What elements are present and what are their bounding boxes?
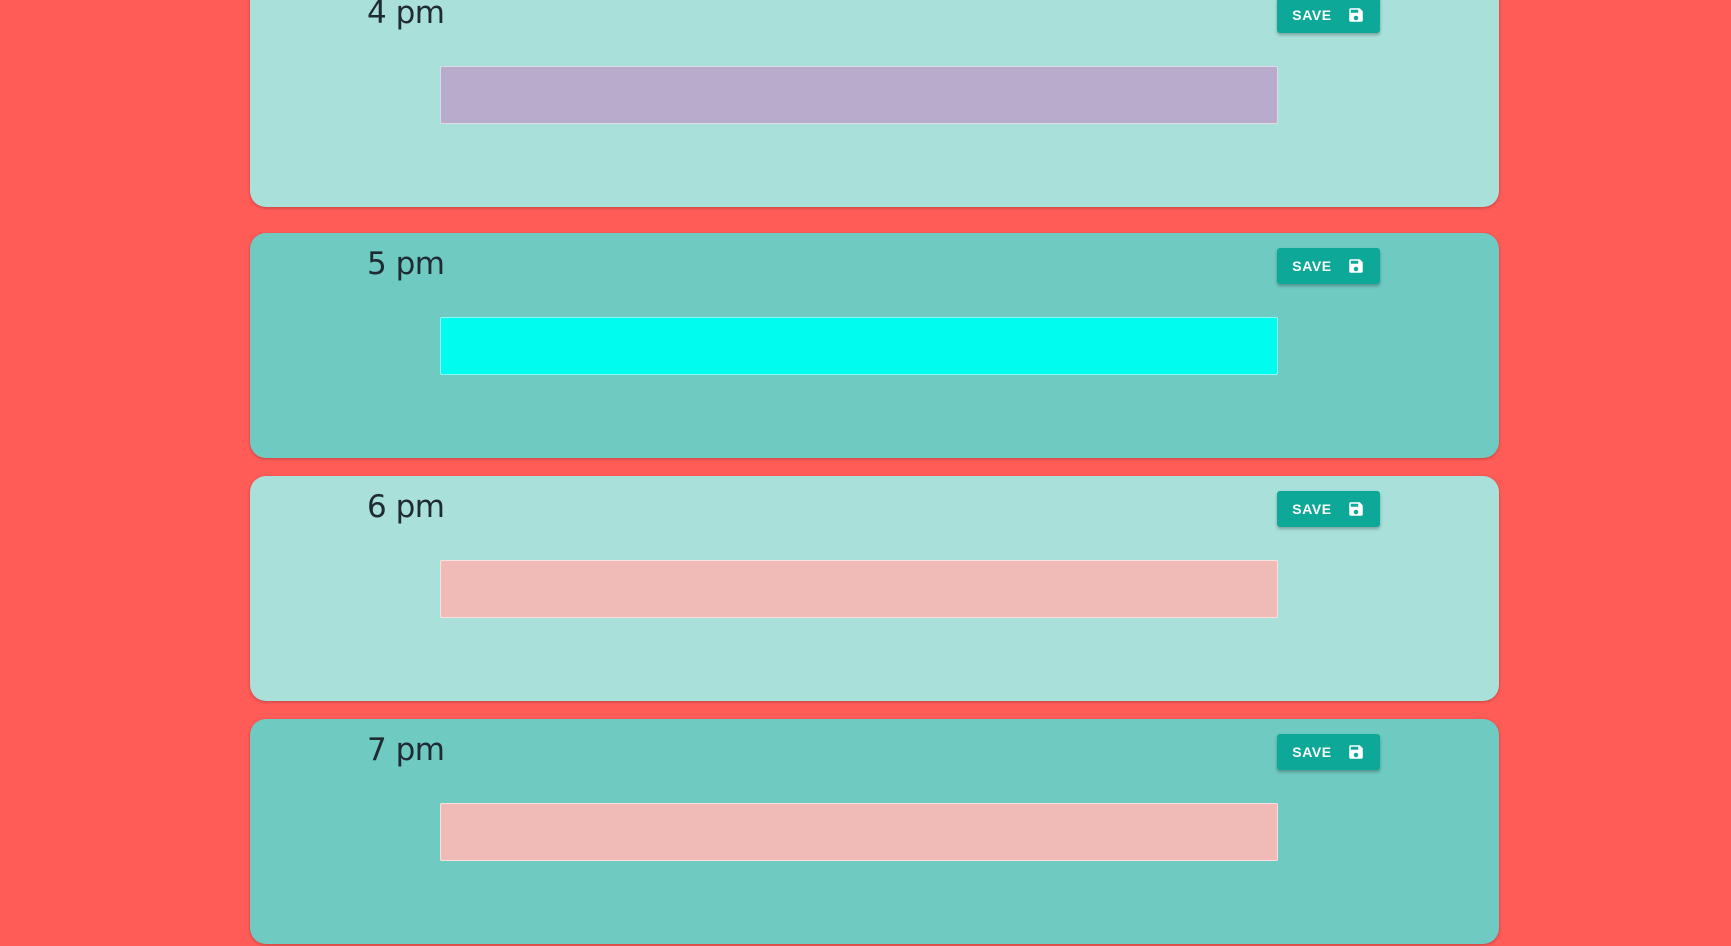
hour-block-7pm: 7 pm SAVE [250, 719, 1499, 944]
save-button[interactable]: SAVE [1277, 734, 1380, 770]
floppy-disk-icon [1349, 8, 1363, 22]
hour-label: 5 pm [367, 246, 445, 282]
floppy-disk-icon [1349, 502, 1363, 516]
save-button[interactable]: SAVE [1277, 248, 1380, 284]
hour-note-input[interactable] [440, 560, 1278, 618]
scheduler-page: 4 pm SAVE 5 pm SAVE 6 pm SAVE 7 pm SAVE [0, 0, 1731, 946]
save-button-label: SAVE [1292, 744, 1332, 760]
hour-block-5pm: 5 pm SAVE [250, 233, 1499, 458]
save-button-label: SAVE [1292, 7, 1332, 23]
floppy-disk-icon [1349, 259, 1363, 273]
save-button-label: SAVE [1292, 501, 1332, 517]
hour-label: 7 pm [367, 732, 445, 768]
floppy-disk-icon [1349, 745, 1363, 759]
hour-block-4pm: 4 pm SAVE [250, 0, 1499, 207]
save-button[interactable]: SAVE [1277, 491, 1380, 527]
hour-label: 6 pm [367, 489, 445, 525]
save-button-label: SAVE [1292, 258, 1332, 274]
hour-note-input[interactable] [440, 803, 1278, 861]
hour-note-input[interactable] [440, 317, 1278, 375]
hour-label: 4 pm [367, 0, 445, 31]
save-button[interactable]: SAVE [1277, 0, 1380, 33]
hour-note-input[interactable] [440, 66, 1278, 124]
hour-block-6pm: 6 pm SAVE [250, 476, 1499, 701]
